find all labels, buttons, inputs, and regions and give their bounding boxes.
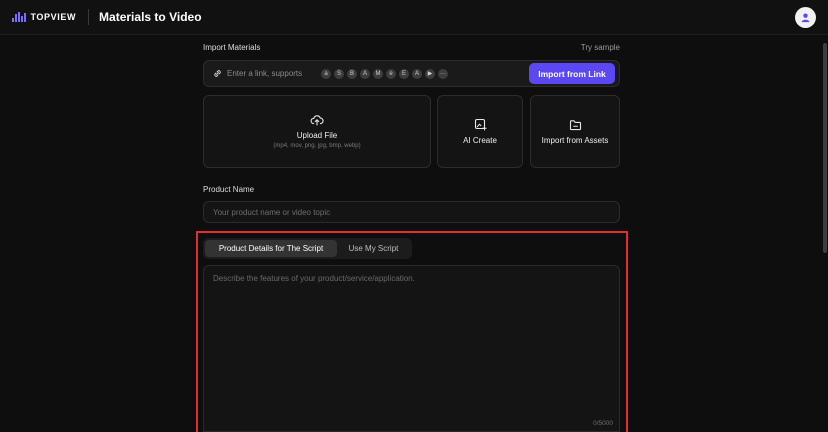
page-scrollbar[interactable] xyxy=(823,43,827,253)
description-box: 0/5000 xyxy=(203,265,620,432)
upload-file-formats: (mp4, mov, png, jpg, bmp, webp) xyxy=(273,143,361,149)
more-icon[interactable]: ··· xyxy=(438,68,448,79)
cloud-upload-icon xyxy=(310,115,324,126)
character-counter: 0/5000 xyxy=(593,420,613,427)
google-play-icon: ▶ xyxy=(425,68,435,79)
etsy-icon: E xyxy=(399,68,409,79)
import-from-assets-title: Import from Assets xyxy=(541,135,609,145)
avatar[interactable] xyxy=(795,7,816,28)
brand-logo[interactable]: TOPVIEW xyxy=(12,12,76,22)
try-sample-link[interactable]: Try sample xyxy=(581,43,620,52)
app-store-icon: A xyxy=(412,68,422,79)
brand-name: TOPVIEW xyxy=(30,12,77,22)
page-title: Materials to Video xyxy=(99,10,202,24)
import-from-link-button[interactable]: Import from Link xyxy=(529,63,615,84)
tab-use-my-script[interactable]: Use My Script xyxy=(337,240,410,257)
link-import-bar: a S B A M e E A ▶ ··· Import from Link xyxy=(203,60,620,87)
upload-file-title: Upload File xyxy=(296,131,338,140)
link-input[interactable] xyxy=(227,69,317,78)
upload-file-card[interactable]: Upload File (mp4, mov, png, jpg, bmp, we… xyxy=(203,95,431,168)
image-sparkle-icon xyxy=(474,118,487,131)
user-icon xyxy=(801,13,810,23)
supported-platforms: a S B A M e E A ▶ ··· xyxy=(321,68,448,79)
shopify-icon: S xyxy=(334,68,344,79)
header-divider xyxy=(88,9,90,25)
product-description-input[interactable] xyxy=(204,266,619,431)
brand-mark-icon xyxy=(12,12,26,22)
product-name-label: Product Name xyxy=(203,185,255,194)
link-icon xyxy=(214,70,221,77)
import-materials-label: Import Materials xyxy=(203,43,261,52)
ai-create-title: AI Create xyxy=(463,136,497,145)
tab-product-details[interactable]: Product Details for The Script xyxy=(205,240,337,257)
shopping-bag-icon: B xyxy=(347,68,357,79)
product-name-input[interactable] xyxy=(203,201,620,223)
folder-icon xyxy=(569,119,581,130)
script-tabs: Product Details for The Script Use My Sc… xyxy=(203,238,412,259)
top-bar: TOPVIEW Materials to Video xyxy=(0,0,828,35)
amazon-icon: a xyxy=(321,68,331,79)
ai-create-card[interactable]: AI Create xyxy=(437,95,523,168)
import-from-assets-card[interactable]: Import from Assets xyxy=(530,95,620,168)
aliexpress-icon: A xyxy=(360,68,370,79)
ebay-icon: e xyxy=(386,68,396,79)
mail-icon: M xyxy=(373,68,383,79)
